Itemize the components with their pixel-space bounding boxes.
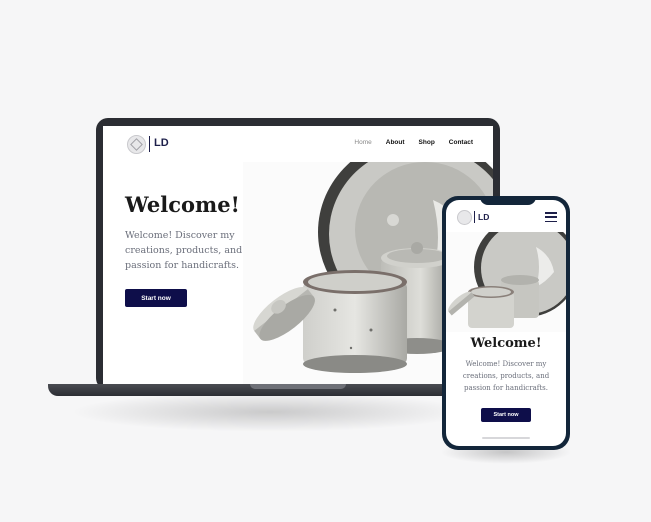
hero-title: Welcome! — [470, 336, 542, 351]
logo-divider — [474, 211, 475, 223]
hero-text-line: Welcome! Discover my — [465, 360, 547, 368]
logo-initials[interactable]: LD — [154, 137, 169, 149]
nav-home[interactable]: Home — [354, 139, 371, 146]
logo-initials[interactable]: LD — [478, 212, 489, 222]
mobile-website-screen: LD Welcome! Welcome! Discover my creatio… — [446, 200, 566, 446]
hero-text-line: passion for handicrafts. — [125, 260, 239, 271]
start-now-button[interactable]: Start now — [481, 408, 531, 422]
hero-text-line: Welcome! Discover my — [125, 230, 235, 241]
hero-pottery-image — [446, 232, 566, 332]
logo-divider — [149, 136, 150, 152]
nav-about[interactable]: About — [386, 139, 405, 146]
seal-logo-icon[interactable] — [127, 135, 146, 154]
hero-text-line: creations, products, and — [125, 245, 243, 256]
hero-text-line: creations, products, and — [462, 372, 550, 380]
hero-text: Welcome! Discover my creations, products… — [125, 228, 245, 273]
hero-title: Welcome! — [125, 192, 240, 217]
home-indicator — [482, 437, 530, 439]
phone-notch — [480, 196, 536, 205]
laptop-shadow — [70, 392, 470, 432]
start-now-button[interactable]: Start now — [125, 289, 187, 307]
nav-contact[interactable]: Contact — [449, 139, 473, 146]
hamburger-menu-icon[interactable] — [545, 212, 557, 222]
hero-text: Welcome! Discover my creations, products… — [456, 358, 556, 394]
hero-text-line: passion for handicrafts. — [464, 384, 548, 392]
laptop-hinge-notch — [250, 384, 346, 389]
main-nav: Home About Shop Contact — [354, 139, 473, 146]
seal-logo-icon[interactable] — [457, 210, 472, 225]
site-header: LD Home About Shop Contact — [103, 126, 493, 162]
desktop-website-screen: LD Home About Shop Contact Welcome! Welc… — [103, 126, 493, 384]
nav-shop[interactable]: Shop — [419, 139, 435, 146]
